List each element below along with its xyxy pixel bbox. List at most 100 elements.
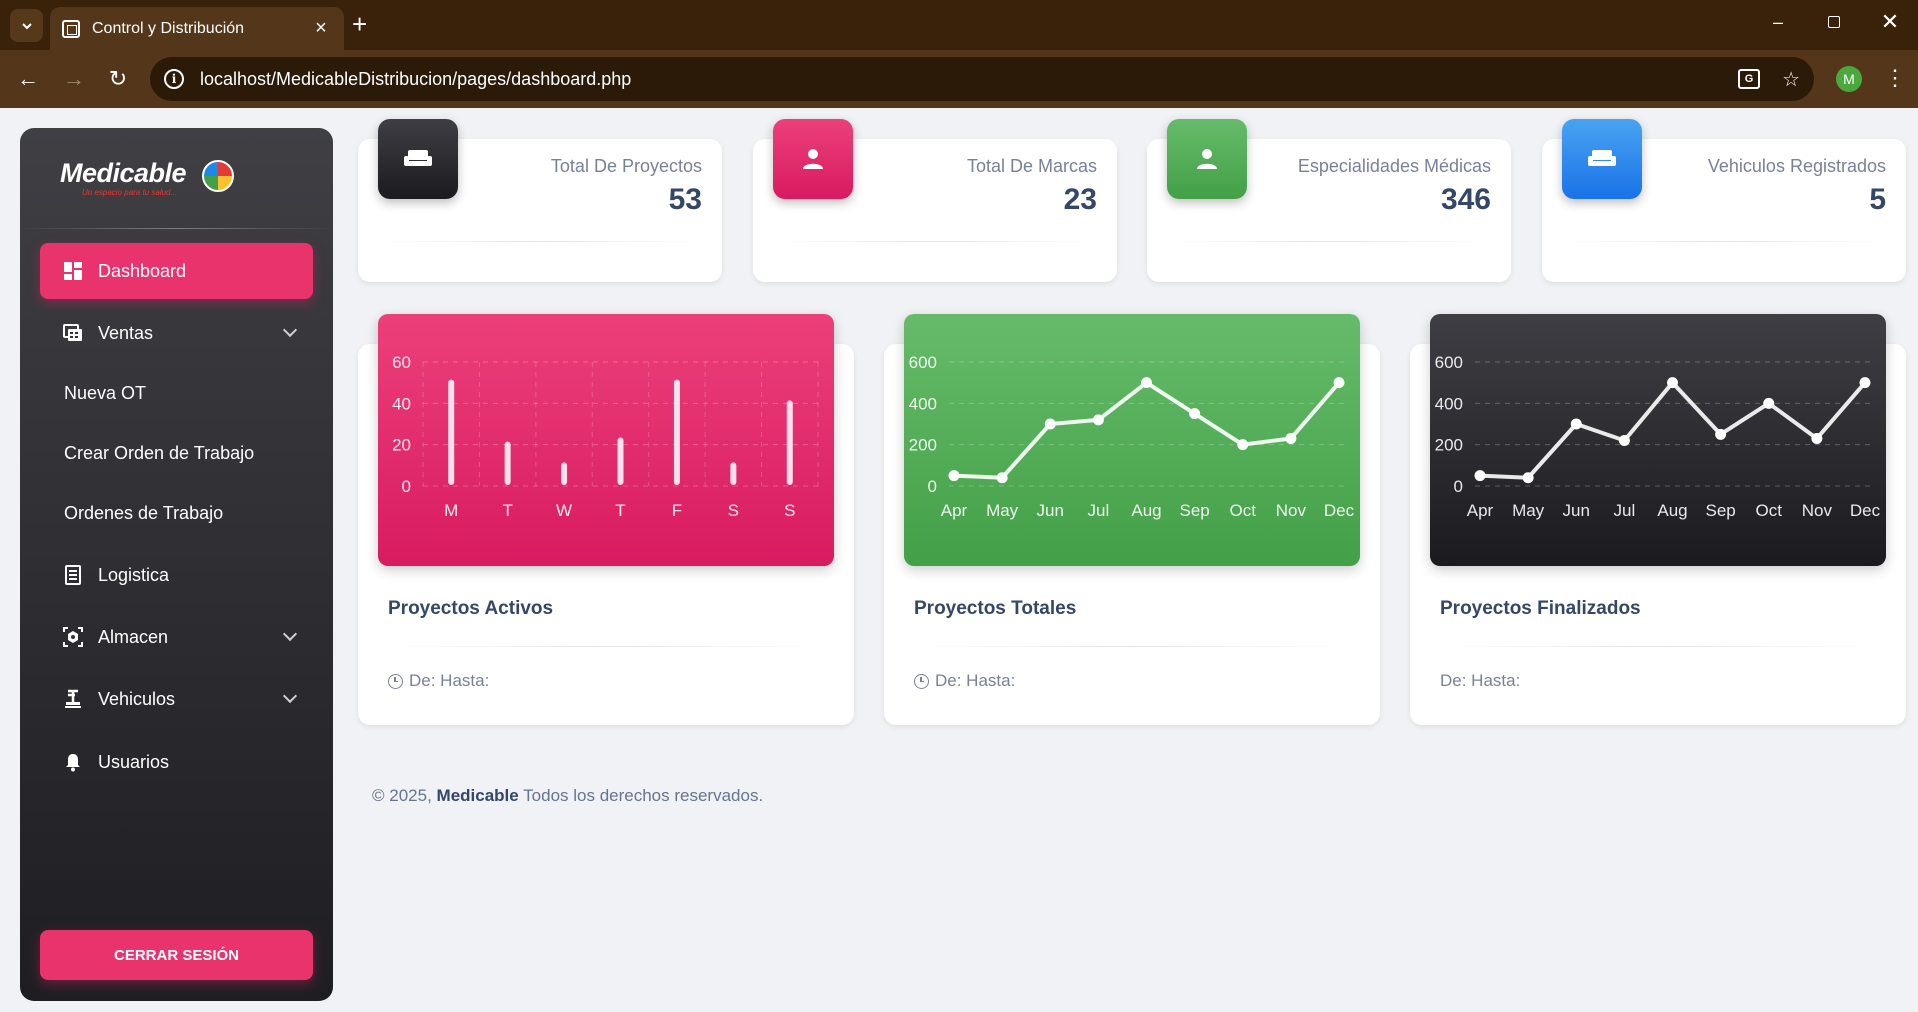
x-tick-label: Nov (1276, 501, 1307, 520)
data-point (1715, 428, 1727, 440)
y-tick-label: 200 (909, 436, 937, 455)
sofa-icon (378, 119, 458, 199)
data-point (1859, 377, 1871, 389)
sidebar-divider (20, 228, 333, 229)
x-tick-label: Apr (1467, 501, 1494, 520)
logout-button[interactable]: CERRAR SESIÓN (40, 930, 313, 980)
line-chart-svg: 0 200 400 600 Apr May Jun Jul Aug Sep Oct Nov Dec (1435, 353, 1881, 520)
stat-value: 23 (1063, 183, 1097, 216)
x-tick-label: T (502, 501, 512, 520)
sidebar-subitem-crear-orden[interactable]: Crear Orden de Trabajo (40, 425, 313, 481)
chart-date-range: De: Hasta: (388, 671, 489, 691)
browser-menu-icon[interactable]: ⋮ (1884, 64, 1906, 92)
stat-divider (773, 241, 1097, 242)
chart-meta-text: De: Hasta: (1440, 671, 1521, 690)
stat-card-especialidades: Especialidades Médicas 346 (1147, 119, 1511, 282)
data-point (1092, 414, 1104, 426)
data-point (1667, 377, 1678, 389)
tab-search-button[interactable] (10, 9, 43, 42)
chevron-down-icon (282, 626, 298, 642)
window-close-button[interactable]: ✕ (1878, 9, 1902, 35)
stat-label: Total De Marcas (966, 156, 1097, 176)
y-tick-label: 0 (1454, 477, 1463, 496)
chevron-down-icon (282, 322, 298, 338)
sidebar-subitem-nueva-ot[interactable]: Nueva OT (40, 365, 313, 421)
x-tick-label: Dec (1324, 501, 1355, 520)
restore-icon (1828, 16, 1840, 28)
logistics-icon (62, 564, 84, 586)
data-point (1141, 377, 1152, 389)
y-tick-label: 0 (402, 477, 411, 496)
site-info-icon[interactable]: i (164, 69, 184, 89)
y-tick-label: 20 (392, 436, 411, 455)
x-tick-label: S (728, 501, 739, 520)
sidebar-item-label: Usuarios (98, 751, 170, 772)
sidebar-item-almacen[interactable]: Almacen (40, 609, 313, 665)
medicable-logo[interactable]: Medicable Un espacio para tu salud... (60, 158, 234, 197)
browser-tab[interactable]: Control y Distribución × (50, 7, 344, 50)
x-tick-label: Oct (1230, 501, 1257, 520)
url-text[interactable]: localhost/MedicableDistribucion/pages/da… (200, 69, 1716, 90)
footer-brand-link[interactable]: Medicable (437, 786, 519, 805)
sidebar-item-label: Ventas (98, 322, 154, 343)
y-tick-label: 40 (392, 394, 411, 413)
stat-value: 5 (1869, 183, 1886, 216)
back-button[interactable]: ← (14, 65, 42, 93)
tab-close-icon[interactable]: × (310, 17, 332, 40)
sidebar-item-dashboard[interactable]: Dashboard (40, 243, 313, 299)
chart-date-range: De: Hasta: (914, 671, 1015, 691)
sidebar-item-logistica[interactable]: Logistica (40, 547, 313, 603)
x-tick-label: W (556, 501, 572, 520)
vehicle-icon (62, 688, 84, 710)
sidebar-item-vehiculos[interactable]: Vehiculos (40, 671, 313, 727)
sidebar-item-usuarios[interactable]: Usuarios (40, 734, 313, 790)
clock-icon (914, 673, 929, 689)
stat-divider (1167, 241, 1491, 242)
translate-icon[interactable]: G (1738, 69, 1761, 89)
x-tick-label: May (1512, 501, 1545, 520)
stat-label: Especialidades Médicas (1297, 156, 1491, 176)
profile-avatar[interactable]: M (1836, 66, 1862, 92)
data-point (1189, 408, 1201, 420)
y-tick-label: 400 (1435, 394, 1463, 413)
sidebar-item-label: Logistica (98, 564, 170, 585)
address-bar[interactable]: i localhost/MedicableDistribucion/pages/… (150, 57, 1814, 101)
forward-button[interactable]: → (60, 65, 88, 93)
chart-title: Proyectos Activos (388, 598, 554, 619)
chart-divider (1440, 646, 1876, 647)
sidebar-item-ventas[interactable]: Ventas (40, 305, 313, 361)
chart-meta-text: De: Hasta: (409, 671, 490, 690)
stat-label: Total De Proyectos (550, 156, 702, 176)
bell-icon (62, 751, 84, 773)
logo-text: Medicable (60, 158, 187, 188)
warehouse-icon (62, 626, 84, 648)
chart-meta-text: De: Hasta: (935, 671, 1016, 690)
x-tick-label: Aug (1657, 501, 1687, 520)
chart-title: Proyectos Totales (914, 598, 1077, 619)
data-point (1474, 470, 1486, 482)
x-tick-label: Oct (1756, 501, 1783, 520)
chevron-down-icon (282, 688, 298, 704)
x-tick-label: Apr (941, 501, 968, 520)
tab-title: Control y Distribución (92, 19, 245, 37)
y-tick-label: 60 (392, 353, 411, 372)
reload-button[interactable]: ↻ (104, 65, 132, 93)
stat-card-vehiculos: Vehiculos Registrados 5 (1542, 119, 1906, 282)
sidebar-subitem-ordenes[interactable]: Ordenes de Trabajo (40, 485, 313, 541)
series-line (953, 380, 1341, 480)
data-point (1522, 472, 1534, 484)
line-chart: 0 200 400 600 Apr May Jun Jul Aug Sep Oct Nov Dec (1430, 314, 1886, 566)
y-tick-label: 600 (909, 353, 937, 372)
series-line (1479, 380, 1867, 480)
window-restore-button[interactable] (1822, 12, 1846, 33)
user-icon (773, 119, 853, 199)
sidebar-item-label: Ordenes de Trabajo (64, 502, 224, 523)
x-tick-label: S (784, 501, 795, 520)
data-point (1811, 432, 1823, 444)
window-minimize-button[interactable]: – (1766, 12, 1790, 33)
new-tab-button[interactable]: + (352, 10, 367, 38)
data-point (996, 472, 1008, 484)
x-tick-label: May (986, 501, 1019, 520)
sidebar-item-label: Vehiculos (98, 688, 176, 709)
bookmark-star-icon[interactable]: ☆ (1782, 67, 1800, 92)
